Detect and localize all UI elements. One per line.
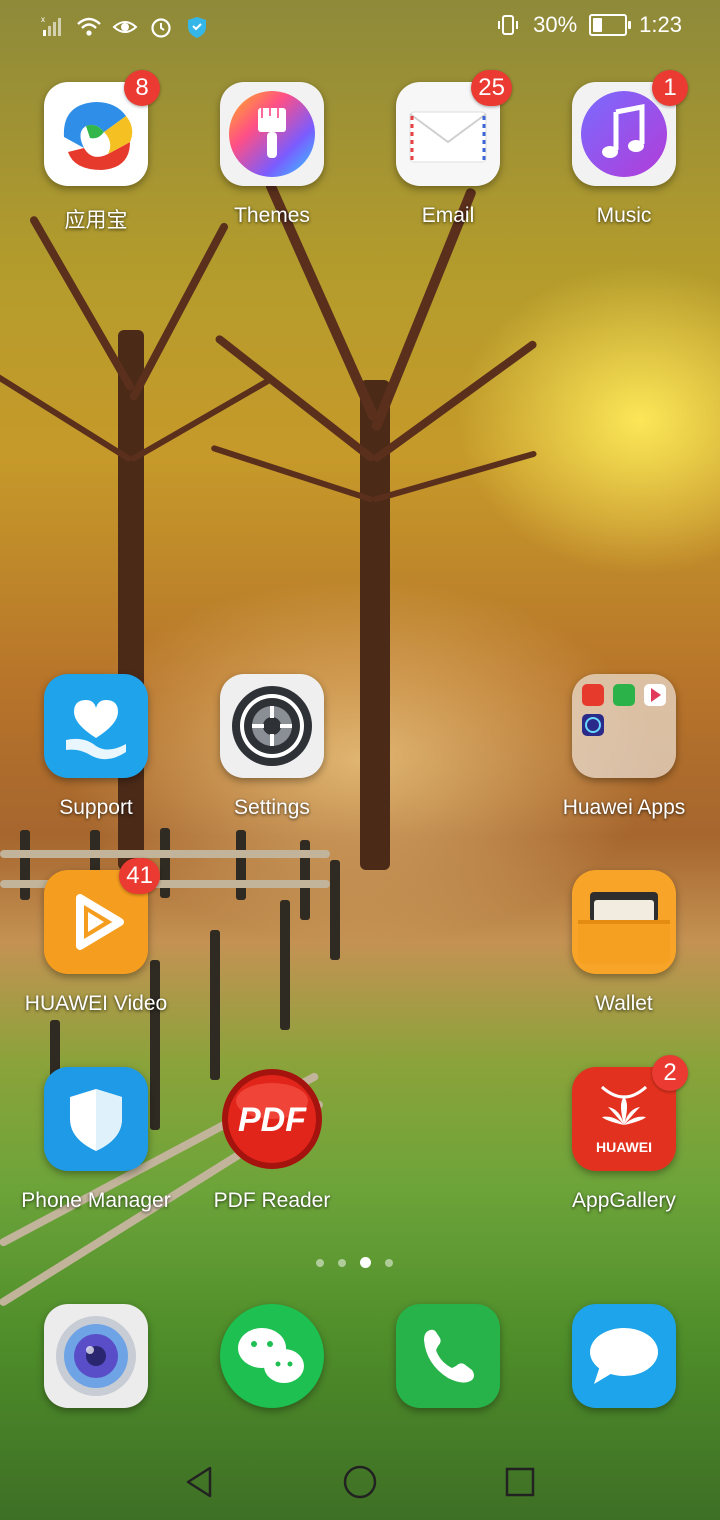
recents-icon — [505, 1467, 535, 1497]
app-label: Email — [421, 204, 475, 227]
signal-icon: x — [40, 14, 66, 40]
app-huawei-video[interactable]: 41 HUAWEI Video — [8, 858, 184, 1016]
app-label: 应用宝 — [64, 209, 128, 232]
recents-button[interactable] — [498, 1460, 542, 1504]
messages-icon — [572, 1304, 676, 1408]
eye-comfort-icon — [112, 14, 138, 40]
video-icon: 41 — [44, 858, 160, 974]
phone-icon — [396, 1304, 500, 1408]
alarm-icon — [148, 14, 174, 40]
app-label: Settings — [234, 796, 310, 819]
app-label: HUAWEI Video — [24, 992, 168, 1015]
folder-huawei-apps[interactable]: Huawei Apps — [536, 674, 712, 820]
notification-badge: 41 — [119, 858, 160, 894]
dock-camera[interactable] — [8, 1304, 184, 1408]
wifi-icon — [76, 14, 102, 40]
app-label: Support — [59, 796, 133, 819]
app-label: AppGallery — [572, 1189, 676, 1212]
notification-badge: 25 — [471, 70, 512, 106]
app-label: Huawei Apps — [562, 796, 686, 819]
app-support[interactable]: Support — [8, 674, 184, 820]
status-bar: x 30% 1:23 — [0, 0, 720, 56]
music-icon: 1 — [572, 70, 688, 186]
yingyongbao-icon: 8 — [44, 70, 160, 186]
back-button[interactable] — [178, 1460, 222, 1504]
pdf-reader-icon: PDF — [220, 1067, 324, 1171]
app-music[interactable]: 1 Music — [536, 70, 712, 228]
navigation-bar — [0, 1440, 720, 1520]
app-label: Themes — [234, 204, 310, 227]
notification-badge: 8 — [124, 70, 160, 106]
app-phone-manager[interactable]: Phone Manager — [8, 1067, 184, 1213]
app-label: Wallet — [595, 992, 653, 1015]
home-icon — [343, 1465, 377, 1499]
notification-badge: 1 — [652, 70, 688, 106]
page-dot-active[interactable] — [360, 1257, 371, 1268]
email-icon: 25 — [396, 70, 512, 186]
app-label: Phone Manager — [21, 1189, 171, 1212]
pdf-text: PDF — [238, 1101, 306, 1139]
app-label: Music — [596, 204, 652, 227]
battery-icon — [589, 14, 632, 36]
page-indicator[interactable] — [316, 1257, 393, 1268]
page-dot[interactable] — [338, 1258, 346, 1267]
app-wallet[interactable]: Wallet — [536, 870, 712, 1016]
dock-messages[interactable] — [536, 1304, 712, 1408]
vibrate-icon — [495, 12, 521, 38]
app-label: PDF Reader — [213, 1189, 331, 1212]
app-yingyongbao[interactable]: 8 应用宝 — [8, 70, 184, 234]
dock-wechat[interactable] — [184, 1304, 360, 1408]
appgallery-icon: HUAWEI 2 — [572, 1055, 688, 1171]
clock-time: 1:23 — [639, 12, 682, 37]
appgallery-brand-text: HUAWEI — [596, 1139, 652, 1155]
phone-manager-icon — [44, 1067, 148, 1171]
home-button[interactable] — [338, 1460, 382, 1504]
support-icon — [44, 674, 148, 778]
folder-icon — [572, 674, 676, 778]
settings-icon — [220, 674, 324, 778]
page-dot[interactable] — [385, 1258, 393, 1267]
page-dot[interactable] — [316, 1258, 324, 1267]
app-pdf-reader[interactable]: PDF PDF Reader — [184, 1067, 360, 1213]
shield-icon — [184, 14, 210, 40]
battery-percent: 30% — [533, 12, 578, 37]
app-appgallery[interactable]: HUAWEI 2 AppGallery — [536, 1055, 712, 1213]
app-email[interactable]: 25 Email — [360, 70, 536, 228]
notification-badge: 2 — [652, 1055, 688, 1091]
wallet-icon — [572, 870, 676, 974]
svg-text:x: x — [41, 15, 45, 24]
dock-phone[interactable] — [360, 1304, 536, 1408]
back-icon — [186, 1466, 212, 1498]
camera-icon — [44, 1304, 148, 1408]
app-themes[interactable]: Themes — [184, 82, 360, 228]
app-settings[interactable]: Settings — [184, 674, 360, 820]
themes-icon — [220, 82, 324, 186]
wechat-icon — [220, 1304, 324, 1408]
